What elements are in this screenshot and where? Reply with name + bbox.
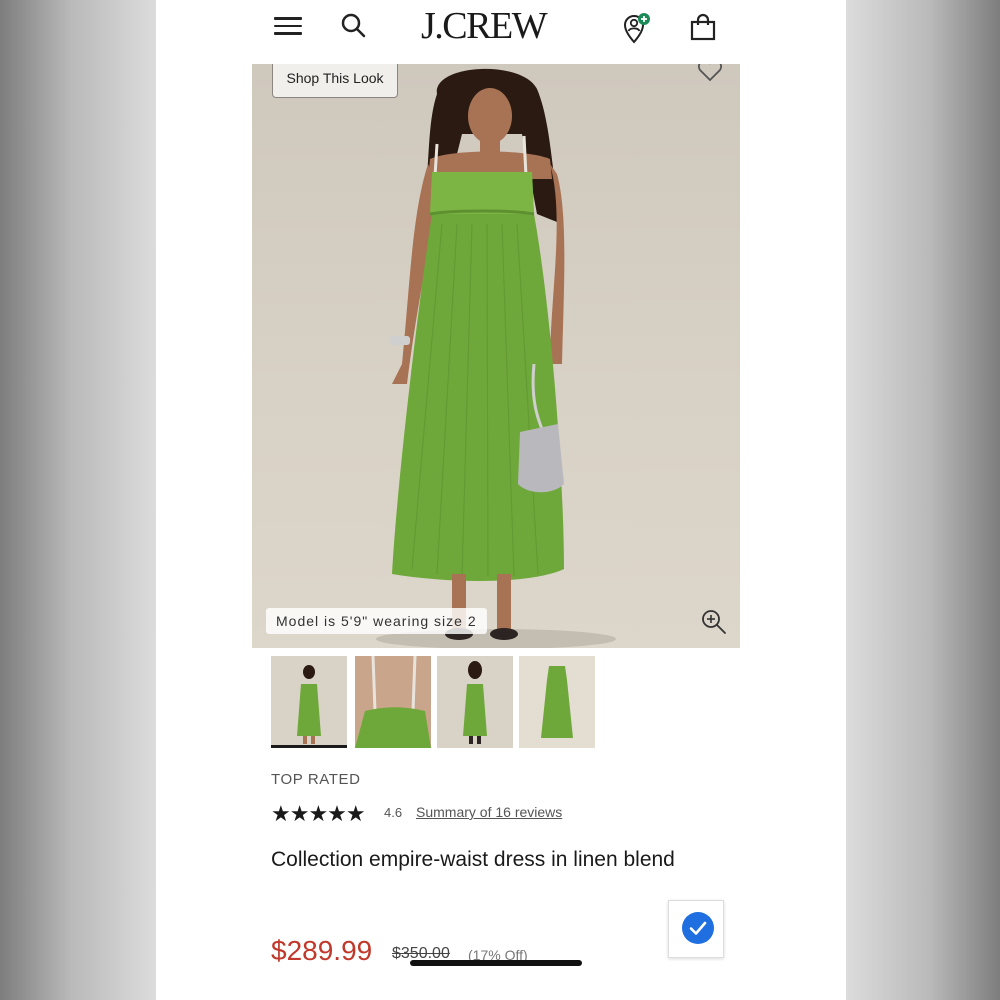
sale-price: $289.99: [271, 935, 373, 966]
jcrew-logo[interactable]: J.CREW: [421, 6, 563, 46]
star-rating-icon: ★★★★★: [271, 801, 366, 826]
product-title: Collection empire-waist dress in linen b…: [271, 848, 675, 871]
search-icon[interactable]: [340, 12, 368, 40]
zoom-in-icon[interactable]: [700, 608, 728, 636]
thumbnail-front[interactable]: [271, 656, 347, 748]
thumbnail-back-detail[interactable]: [355, 656, 431, 748]
shop-this-look-button[interactable]: Shop This Look: [272, 64, 398, 98]
rating-value: 4.6: [384, 805, 403, 820]
home-indicator[interactable]: [410, 960, 582, 966]
thumbnail-strip: [271, 656, 601, 750]
thumbnail-back[interactable]: [437, 656, 513, 748]
checkmark-icon: [682, 912, 714, 944]
account-location-icon[interactable]: [622, 12, 652, 44]
model-photo: [376, 68, 616, 648]
site-header: J.CREW: [156, 0, 846, 58]
heart-icon[interactable]: [696, 64, 724, 82]
product-hero-image[interactable]: Shop This Look Model is 5'9" wearing siz…: [252, 64, 740, 648]
selection-toggle[interactable]: [668, 900, 724, 958]
model-size-note: Model is 5'9" wearing size 2: [266, 608, 487, 634]
blurred-background-left: [0, 0, 156, 1000]
phone-screen: J.CREW Shop This Look Model is 5'9" wear…: [156, 0, 846, 1000]
top-rated-badge: TOP RATED: [271, 771, 361, 788]
reviews-summary-link[interactable]: Summary of 16 reviews: [416, 804, 562, 820]
thumbnail-flat[interactable]: [519, 656, 595, 748]
blurred-background-right: [846, 0, 1000, 1000]
menu-icon[interactable]: [274, 13, 304, 37]
shopping-bag-icon[interactable]: [688, 12, 718, 42]
